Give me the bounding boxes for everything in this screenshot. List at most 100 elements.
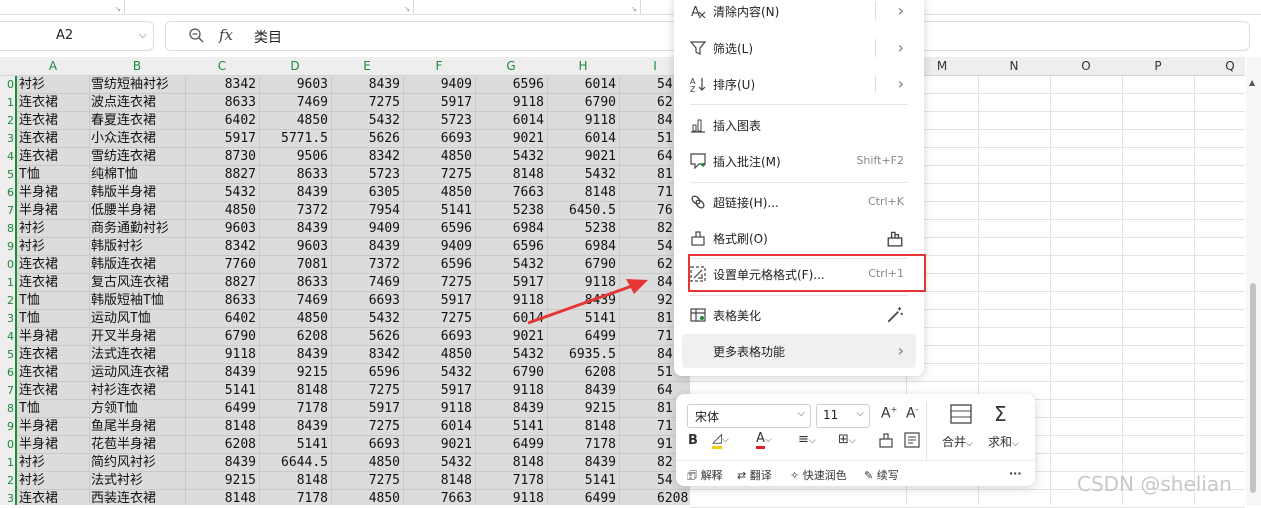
cell[interactable]: 6693	[333, 292, 400, 310]
cell[interactable]: 9215	[549, 400, 616, 418]
cell[interactable]: 6402	[187, 310, 256, 328]
cell[interactable]: 9603	[261, 238, 328, 256]
cell[interactable]: 8148	[549, 418, 616, 436]
cell[interactable]: 6305	[333, 184, 400, 202]
cell[interactable]: 8342	[187, 76, 256, 94]
bold-icon[interactable]: B	[688, 433, 698, 448]
zoom-icon[interactable]	[188, 27, 204, 43]
cell[interactable]: 9021	[477, 328, 544, 346]
cell[interactable]: 7663	[405, 490, 472, 505]
cell[interactable]: 衬衫	[19, 472, 86, 490]
column-header-a[interactable]: A	[17, 57, 89, 75]
menu-item-hyperlink[interactable]: 超链接(H)... Ctrl+K	[682, 185, 916, 219]
cell[interactable]: 6693	[333, 436, 400, 454]
more-icon[interactable]: ···	[1009, 467, 1022, 480]
cell[interactable]: 5141	[261, 436, 328, 454]
cell[interactable]: 连衣裙	[19, 490, 86, 505]
cell[interactable]: 8342	[333, 148, 400, 166]
cell[interactable]: 5626	[333, 130, 400, 148]
row-header[interactable]: 0	[0, 76, 14, 94]
cell[interactable]: 5917	[333, 400, 400, 418]
cell[interactable]: 5432	[405, 364, 472, 382]
cell[interactable]: 7954	[333, 202, 400, 220]
cell[interactable]: 7178	[261, 490, 328, 505]
cell[interactable]: 4850	[405, 148, 472, 166]
format-painter-icon[interactable]	[878, 432, 894, 448]
row-header[interactable]: 3	[0, 130, 14, 148]
cell[interactable]: 9118	[477, 382, 544, 400]
cell[interactable]: 8439	[549, 382, 616, 400]
row-header[interactable]: 0	[0, 256, 14, 274]
row-header[interactable]: 5	[0, 346, 14, 364]
cell[interactable]: 8148	[261, 382, 328, 400]
cell[interactable]: 4850	[187, 202, 256, 220]
menu-item-filter[interactable]: 筛选(L) ›	[682, 31, 916, 65]
row-header[interactable]: 8	[0, 220, 14, 238]
chevron-down-icon[interactable]: ⌵	[797, 408, 805, 419]
cell[interactable]: 9603	[261, 76, 328, 94]
chevron-right-icon[interactable]: ›	[898, 341, 904, 360]
cell[interactable]: 连衣裙	[19, 148, 86, 166]
fill-color-icon[interactable]: ◿⌵	[712, 431, 729, 449]
cell[interactable]: 8439	[261, 184, 328, 202]
cell[interactable]: 5238	[549, 220, 616, 238]
cell[interactable]: 4850	[333, 490, 400, 505]
cell[interactable]: 8633	[187, 94, 256, 112]
cell[interactable]: 8439	[477, 400, 544, 418]
cell[interactable]: 半身裙	[19, 418, 86, 436]
cell[interactable]: 鱼尾半身裙	[91, 418, 182, 436]
cell[interactable]: 6014	[477, 112, 544, 130]
cell[interactable]: 连衣裙	[19, 364, 86, 382]
cell[interactable]: 5626	[333, 328, 400, 346]
cell[interactable]: 6014	[549, 76, 616, 94]
row-header[interactable]: 0	[0, 436, 14, 454]
cell[interactable]: 衬衫	[19, 454, 86, 472]
cell[interactable]: 4850	[261, 112, 328, 130]
cell[interactable]: 8730	[187, 148, 256, 166]
increase-font-icon[interactable]: A+	[881, 405, 897, 422]
column-header-h[interactable]: H	[547, 57, 619, 75]
cell[interactable]: 4850	[405, 346, 472, 364]
cell[interactable]: 8439	[187, 454, 256, 472]
cell[interactable]: 连衣裙	[19, 94, 86, 112]
cell[interactable]: 5917	[405, 292, 472, 310]
cell[interactable]: 雪纺连衣裙	[91, 148, 182, 166]
column-header-p[interactable]: P	[1122, 57, 1194, 75]
column-header-d[interactable]: D	[259, 57, 331, 75]
cell[interactable]: 衬衫	[19, 76, 86, 94]
cell[interactable]: 4850	[333, 454, 400, 472]
cell[interactable]: 5141	[405, 202, 472, 220]
cell[interactable]: 7760	[187, 256, 256, 274]
column-header-e[interactable]: E	[331, 57, 403, 75]
row-header[interactable]: 2	[0, 292, 14, 310]
explain-button[interactable]: 🗊 解释	[687, 467, 723, 486]
row-header[interactable]: 4	[0, 148, 14, 166]
cell[interactable]: 7275	[333, 418, 400, 436]
cell[interactable]: 8439	[187, 364, 256, 382]
cell[interactable]: 7372	[333, 256, 400, 274]
cell[interactable]: 6790	[477, 364, 544, 382]
cell[interactable]: 7469	[261, 94, 328, 112]
row-header[interactable]: 6	[0, 364, 14, 382]
cell[interactable]: 8148	[261, 472, 328, 490]
column-header-c[interactable]: C	[185, 57, 259, 75]
cell[interactable]: T恤	[19, 400, 86, 418]
cell[interactable]: 半身裙	[19, 202, 86, 220]
menu-item-more-table-features[interactable]: 更多表格功能 ›	[682, 334, 916, 368]
cell[interactable]: 6596	[333, 364, 400, 382]
row-header[interactable]: 1	[0, 454, 14, 472]
cell[interactable]: 运动风T恤	[91, 310, 182, 328]
row-header[interactable]: 6	[0, 184, 14, 202]
column-header-o[interactable]: O	[1050, 57, 1122, 75]
cell[interactable]: 9506	[261, 148, 328, 166]
merge-cells-icon[interactable]	[950, 404, 972, 424]
translate-button[interactable]: ⇄ 翻译	[737, 467, 772, 483]
cell[interactable]: 6984	[549, 238, 616, 256]
column-header-n[interactable]: N	[978, 57, 1050, 75]
cell[interactable]: 衬衫	[19, 238, 86, 256]
cell[interactable]: 8439	[261, 346, 328, 364]
cell[interactable]: 9603	[187, 220, 256, 238]
cell[interactable]: 8439	[549, 454, 616, 472]
cell[interactable]: 韩版短袖T恤	[91, 292, 182, 310]
cell[interactable]: 5723	[405, 112, 472, 130]
